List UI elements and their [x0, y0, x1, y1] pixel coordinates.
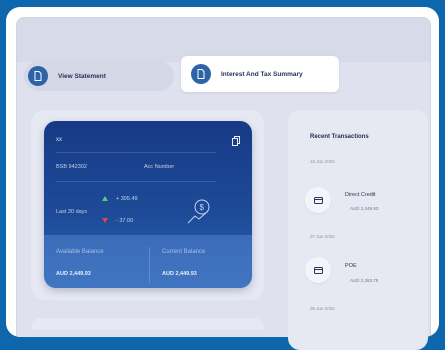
document-icon — [28, 66, 48, 86]
recent-transactions-panel — [288, 110, 428, 350]
divider — [56, 152, 216, 153]
balance-section — [44, 235, 252, 288]
svg-text:$: $ — [200, 203, 205, 212]
transaction-name[interactable]: POE — [345, 263, 357, 269]
money-out: - 37.00 — [102, 218, 133, 224]
transaction-name[interactable]: Direct Credit — [345, 192, 376, 198]
card-icon[interactable] — [305, 187, 331, 213]
transaction-date: 07 Jun 2026 — [310, 234, 335, 239]
dollar-trend-icon: $ — [186, 197, 216, 230]
divider — [56, 181, 216, 182]
divider — [149, 247, 150, 283]
current-balance-label: Current Balance — [162, 249, 206, 255]
money-in: + 305.49 — [102, 196, 138, 202]
tab-interest-tax-summary[interactable]: Interest And Tax Summary — [181, 56, 339, 92]
recent-transactions-title: Recent Transactions — [310, 134, 369, 140]
next-panel — [31, 318, 264, 330]
transaction-amount: AUD 2,263.79 — [350, 278, 379, 283]
available-balance-label: Available Balance — [56, 249, 104, 255]
tab-view-statement[interactable]: View Statement — [24, 61, 174, 91]
money-in-value: + 305.49 — [116, 196, 138, 202]
available-balance-value: AUD 2,449.93 — [56, 271, 91, 277]
period-label: Last 30 days — [56, 209, 88, 215]
arrow-down-icon — [102, 218, 108, 224]
account-card[interactable]: xx BSB 942302 Acc Number Last 30 days + … — [44, 121, 252, 288]
document-icon — [191, 64, 211, 84]
bsb-number: BSB 942302 — [56, 164, 87, 170]
tab-label: View Statement — [58, 72, 106, 80]
copy-icon[interactable] — [232, 133, 240, 151]
transaction-date: 05 Jun 2026 — [310, 306, 335, 311]
arrow-up-icon — [102, 196, 108, 202]
current-balance-value: AUD 2,449.93 — [162, 271, 197, 277]
card-icon[interactable] — [305, 257, 331, 283]
money-out-value: - 37.00 — [116, 218, 134, 224]
transaction-amount: AUD 2,449.93 — [350, 206, 379, 211]
account-number-label: Acc Number — [144, 164, 175, 170]
tab-label: Interest And Tax Summary — [221, 70, 303, 78]
account-name: xx — [56, 137, 62, 143]
transaction-date: 15 Jun 2026 — [310, 159, 335, 164]
